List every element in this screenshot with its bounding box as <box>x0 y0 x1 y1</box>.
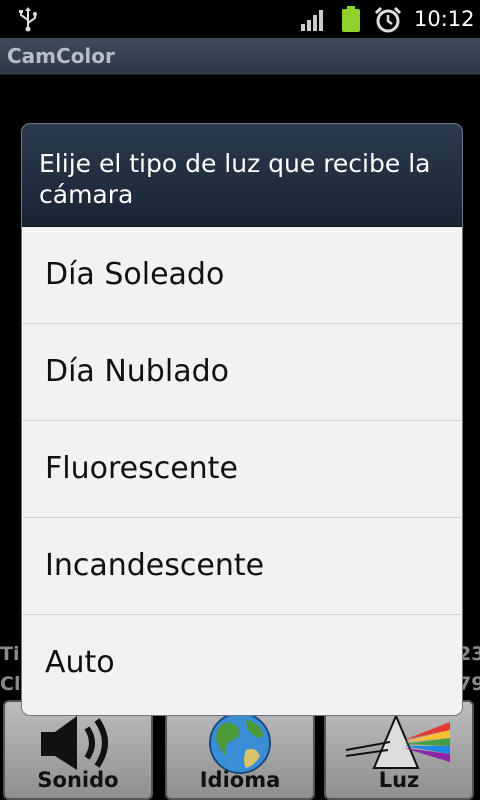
idioma-button[interactable]: Idioma <box>165 700 315 800</box>
luz-button[interactable]: Luz <box>324 700 474 800</box>
dialog-header: Elije el tipo de luz que recibe la cámar… <box>22 124 462 227</box>
option-label: Fluorescente <box>45 451 238 486</box>
prism-icon <box>345 713 450 769</box>
signal-icon <box>301 10 323 31</box>
app-title-bar: CamColor <box>0 38 480 75</box>
option-label: Día Soleado <box>45 257 225 292</box>
option-dia-nublado[interactable]: Día Nublado <box>22 323 462 419</box>
background-text: Ti <box>0 643 20 665</box>
app-title: CamColor <box>7 44 115 68</box>
option-dia-soleado[interactable]: Día Soleado <box>22 227 462 323</box>
option-label: Auto <box>45 645 115 680</box>
alarm-icon <box>374 6 402 33</box>
status-time: 10:12 <box>414 7 475 31</box>
idioma-label: Idioma <box>199 768 281 792</box>
battery-icon <box>342 6 360 32</box>
background-text: Cl <box>0 673 21 695</box>
light-type-dialog: Elije el tipo de luz que recibe la cámar… <box>22 124 462 715</box>
speaker-icon <box>41 716 108 770</box>
usb-icon <box>19 7 37 32</box>
globe-icon <box>209 712 271 774</box>
sonido-label: Sonido <box>37 768 119 792</box>
option-auto[interactable]: Auto <box>22 614 462 710</box>
option-incandescente[interactable]: Incandescente <box>22 517 462 613</box>
luz-label: Luz <box>378 768 420 792</box>
sonido-button[interactable]: Sonido <box>3 700 153 800</box>
option-label: Día Nublado <box>45 354 229 389</box>
option-fluorescente[interactable]: Fluorescente <box>22 420 462 516</box>
option-label: Incandescente <box>45 548 265 583</box>
status-bar: 10:12 <box>0 0 480 38</box>
dialog-title: Elije el tipo de luz que recibe la cámar… <box>39 149 431 209</box>
